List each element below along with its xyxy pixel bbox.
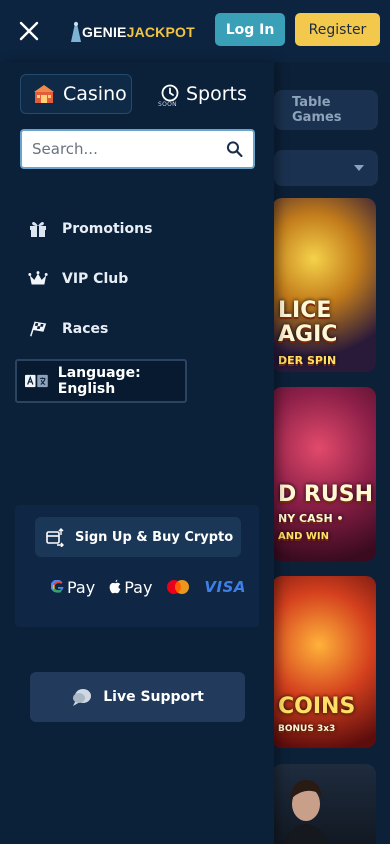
game-tile-subtitle: AND WIN [278, 531, 330, 542]
google-pay-label: Pay [67, 577, 96, 597]
game-tile-title: AGIC [278, 322, 338, 347]
tab-table-games-label: Table Games [292, 95, 342, 125]
language-label: Language: English [57, 365, 141, 397]
google-pay-logo: Pay [51, 578, 95, 597]
game-tile-title: LICE [278, 298, 332, 323]
tab-casino-label: Casino [63, 83, 127, 105]
google-g-icon [51, 580, 64, 593]
checkered-flag-icon [28, 319, 48, 339]
menu-item-vip-club[interactable]: VIP Club [28, 264, 128, 294]
translate-icon [25, 374, 48, 388]
brand-logo[interactable]: GENIEJACKPOT [70, 18, 195, 46]
close-menu-button[interactable] [14, 16, 44, 46]
tab-sports-label: Sports [186, 83, 247, 105]
payment-methods: Pay Pay VISA [51, 575, 246, 599]
language-selector[interactable]: Language: English [15, 359, 187, 403]
search-box[interactable] [20, 129, 255, 169]
dealer-image [284, 780, 328, 844]
apple-pay-label: Pay [124, 577, 153, 597]
chat-bubble-icon [73, 689, 92, 706]
game-tile-live-dealer[interactable] [272, 764, 376, 844]
tab-casino[interactable]: Casino [20, 74, 132, 114]
filter-select[interactable] [274, 150, 378, 186]
buy-crypto-button[interactable]: Sign Up & Buy Crypto [35, 517, 241, 557]
menu-item-label: Promotions [62, 221, 153, 237]
caret-down-icon [354, 165, 364, 171]
tab-sports[interactable]: SOON Sports [156, 74, 256, 114]
game-tile-subtitle: NY CASH • [278, 512, 344, 525]
tab-table-games[interactable]: Table Games [274, 90, 378, 130]
game-tile-title: D RUSH [278, 482, 373, 507]
game-tile-title: COINS [278, 694, 356, 719]
close-icon [19, 21, 39, 41]
live-support-button[interactable]: Live Support [30, 672, 245, 722]
search-icon[interactable] [226, 138, 243, 160]
menu-item-races[interactable]: Races [28, 314, 108, 344]
game-tile-alice-magic[interactable]: LICE AGIC DER SPIN [272, 198, 376, 372]
casino-building-icon [34, 85, 54, 103]
apple-pay-logo: Pay [108, 578, 152, 597]
login-button[interactable]: Log In [215, 13, 285, 46]
menu-item-label: Races [62, 321, 109, 337]
live-support-label: Live Support [103, 689, 204, 705]
game-tile-gold-rush[interactable]: D RUSH NY CASH • AND WIN [272, 387, 376, 561]
crypto-panel: Sign Up & Buy Crypto Pay Pay VISA [15, 505, 259, 627]
game-tile-subtitle: DER SPIN [278, 354, 337, 367]
game-tile-coins[interactable]: COINS BONUS 3x3 [272, 576, 376, 748]
genie-lamp-icon [71, 21, 81, 42]
game-tile-subtitle: BONUS 3x3 [278, 724, 336, 734]
buy-crypto-label: Sign Up & Buy Crypto [75, 529, 234, 545]
side-drawer: Casino SOON Sports Promotions [0, 62, 274, 844]
gift-icon [28, 219, 48, 239]
search-input[interactable] [32, 140, 226, 158]
apple-icon [109, 579, 121, 594]
mastercard-logo [165, 579, 191, 595]
visa-logo: VISA [204, 578, 247, 596]
logo-text: GENIEJACKPOT [82, 24, 195, 40]
register-button[interactable]: Register [295, 13, 380, 46]
menu-item-label: VIP Club [62, 271, 129, 287]
crown-icon [28, 269, 48, 289]
menu-item-promotions[interactable]: Promotions [28, 214, 152, 244]
mastercard-icon [167, 580, 190, 594]
crypto-card-icon [46, 528, 64, 547]
soon-badge: SOON [158, 101, 177, 108]
top-header: GENIEJACKPOT Log In Register [0, 0, 390, 62]
